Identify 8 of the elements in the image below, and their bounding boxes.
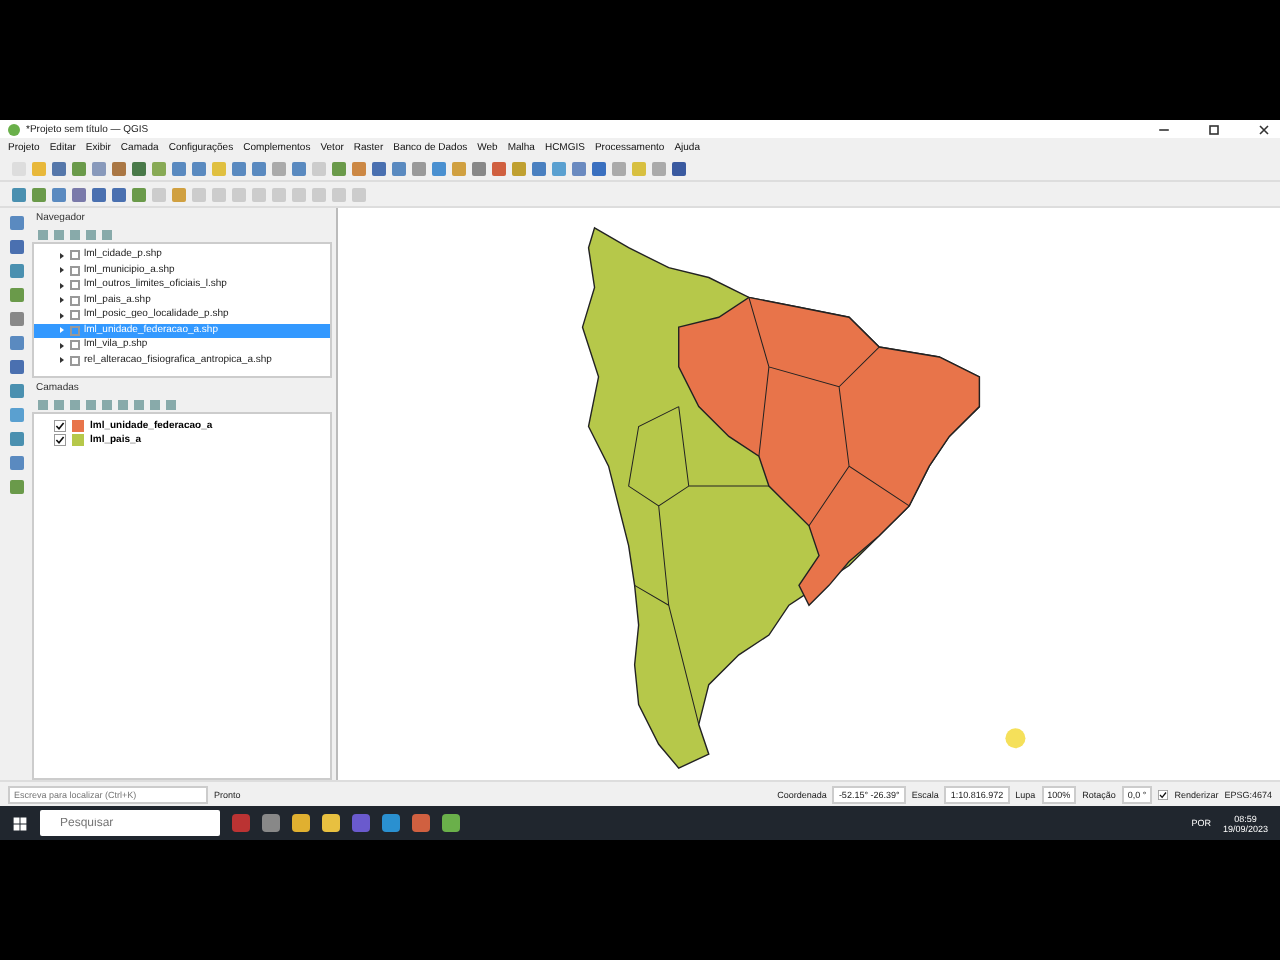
render-checkbox[interactable] (1158, 789, 1169, 799)
maximize-icon[interactable] (1206, 121, 1222, 137)
layer-checkbox[interactable] (54, 419, 66, 432)
close-icon[interactable] (1256, 121, 1272, 137)
app-logo-icon (8, 123, 20, 135)
cursor-highlight (1005, 728, 1026, 749)
start-icon[interactable] (12, 815, 28, 831)
layer-checkbox[interactable] (54, 434, 66, 447)
